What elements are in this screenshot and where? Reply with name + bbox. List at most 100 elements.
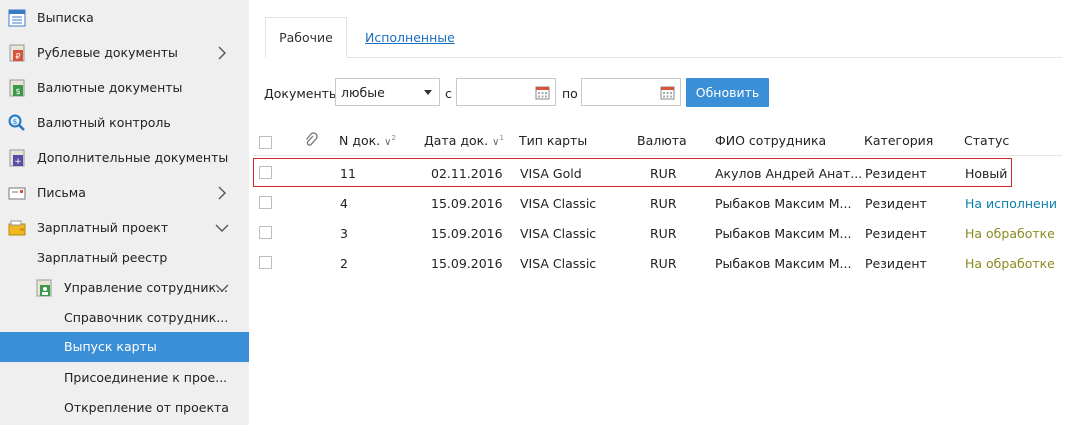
column-header-category[interactable]: Категория <box>864 133 933 148</box>
sidebar-item-project-join[interactable]: Присоединение к прое... <box>0 363 249 393</box>
cell-doc-date: 15.09.2016 <box>431 196 503 211</box>
attachment-icon <box>304 132 318 151</box>
table-header-divider <box>253 155 1062 156</box>
table-row[interactable]: 11 02.11.2016 VISA Gold RUR Акулов Андре… <box>249 158 1078 188</box>
sidebar-item-card-issue[interactable]: Выпуск карты <box>0 332 249 362</box>
cell-card-type: VISA Gold <box>520 166 582 181</box>
cell-status: На исполнении <box>965 196 1057 211</box>
column-header-label: Дата док. <box>424 133 489 148</box>
documents-select-value: любые <box>341 85 385 100</box>
sidebar-item-statement[interactable]: Выписка <box>0 3 249 33</box>
cell-category: Резидент <box>865 196 927 211</box>
documents-select[interactable]: любые <box>335 78 440 106</box>
cell-category: Резидент <box>865 166 927 181</box>
sidebar-item-employee-directory[interactable]: Справочник сотрудник... <box>0 303 249 333</box>
employees-icon <box>35 279 53 297</box>
main-panel: Рабочие Исполненные Документы любые с по… <box>249 0 1078 425</box>
calendar-icon[interactable] <box>535 85 550 100</box>
svg-text:$: $ <box>13 118 17 126</box>
sidebar-item-label: Зарплатный реестр <box>37 250 168 265</box>
sidebar-item-label: Справочник сотрудник... <box>64 310 229 325</box>
column-header-employee[interactable]: ФИО сотрудника <box>715 133 826 148</box>
sidebar-item-label: Письма <box>37 185 86 200</box>
sidebar-item-label: Рублевые документы <box>37 45 178 60</box>
column-header-card-type[interactable]: Тип карты <box>519 133 587 148</box>
sidebar-item-label: Выпуск карты <box>64 339 157 354</box>
sort-order-index: 2 <box>391 133 396 142</box>
sidebar-item-employee-management[interactable]: Управление сотрудник... <box>0 273 249 303</box>
cell-category: Резидент <box>865 226 927 241</box>
row-checkbox[interactable] <box>259 256 272 269</box>
sidebar: Выписка ₽ Рублевые документы $ Валютные … <box>0 0 249 425</box>
sidebar-item-label: Дополнительные документы <box>37 150 229 165</box>
table-row[interactable]: 4 15.09.2016 VISA Classic RUR Рыбаков Ма… <box>249 188 1078 218</box>
date-to-field[interactable] <box>581 78 681 106</box>
cell-status: На обработке <box>965 226 1055 241</box>
cell-card-type: VISA Classic <box>520 256 597 271</box>
cell-doc-number: 4 <box>340 196 348 211</box>
app-window: Выписка ₽ Рублевые документы $ Валютные … <box>0 0 1078 425</box>
sidebar-item-ruble-documents[interactable]: ₽ Рублевые документы <box>0 38 249 68</box>
column-header-doc-number[interactable]: N док. ∨2 <box>339 133 396 148</box>
cell-currency: RUR <box>650 226 677 241</box>
cell-doc-date: 02.11.2016 <box>431 166 503 181</box>
sidebar-item-additional-documents[interactable]: + Дополнительные документы <box>0 143 249 173</box>
wallet-icon <box>8 219 26 237</box>
cell-card-type: VISA Classic <box>520 196 597 211</box>
date-from-label: с <box>445 86 452 101</box>
sidebar-item-label: Присоединение к прое... <box>64 370 228 385</box>
row-checkbox[interactable] <box>259 196 272 209</box>
cell-employee: Акулов Андрей Анат... <box>715 166 861 181</box>
cell-currency: RUR <box>650 196 677 211</box>
cell-category: Резидент <box>865 256 927 271</box>
tab-working[interactable]: Рабочие <box>265 17 347 58</box>
chevron-right-icon[interactable] <box>215 46 229 60</box>
cell-doc-date: 15.09.2016 <box>431 256 503 271</box>
sidebar-item-salary-project[interactable]: Зарплатный проект <box>0 213 249 243</box>
documents-filter-label: Документы <box>264 86 339 101</box>
sidebar-item-label: Управление сотрудник... <box>64 280 228 295</box>
cell-status: Новый <box>965 166 1008 181</box>
chevron-right-icon[interactable] <box>215 186 229 200</box>
svg-text:₽: ₽ <box>15 52 20 61</box>
sort-order-index: 1 <box>499 133 504 142</box>
chevron-down-icon[interactable] <box>215 221 229 235</box>
calendar-icon[interactable] <box>660 85 675 100</box>
sidebar-item-label: Зарплатный проект <box>37 220 169 235</box>
row-checkbox[interactable] <box>259 226 272 239</box>
column-header-status[interactable]: Статус <box>964 133 1009 148</box>
cell-doc-number: 11 <box>340 166 356 181</box>
sidebar-item-project-detach[interactable]: Открепление от проекта <box>0 393 249 423</box>
add-document-icon: + <box>8 149 26 167</box>
tab-executed[interactable]: Исполненные <box>365 17 455 58</box>
sidebar-item-label: Валютные документы <box>37 80 183 95</box>
cell-doc-date: 15.09.2016 <box>431 226 503 241</box>
magnifier-icon: $ <box>8 114 26 132</box>
column-header-doc-date[interactable]: Дата док. ∨1 <box>424 133 504 148</box>
chevron-down-icon[interactable] <box>215 281 229 295</box>
cell-employee: Рыбаков Максим М... <box>715 256 852 271</box>
statement-icon <box>8 9 26 27</box>
dropdown-arrow-icon <box>424 90 432 95</box>
cell-employee: Рыбаков Максим М... <box>715 196 852 211</box>
column-header-currency[interactable]: Валюта <box>637 133 687 148</box>
sidebar-item-label: Выписка <box>37 10 94 25</box>
table-row[interactable]: 2 15.09.2016 VISA Classic RUR Рыбаков Ма… <box>249 248 1078 278</box>
table-row[interactable]: 3 15.09.2016 VISA Classic RUR Рыбаков Ма… <box>249 218 1078 248</box>
date-from-field[interactable] <box>456 78 556 106</box>
refresh-button[interactable]: Обновить <box>686 78 769 107</box>
svg-text:+: + <box>14 157 22 167</box>
cell-card-type: VISA Classic <box>520 226 597 241</box>
sidebar-item-salary-register[interactable]: Зарплатный реестр <box>0 243 249 273</box>
cell-doc-number: 3 <box>340 226 348 241</box>
cell-employee: Рыбаков Максим М... <box>715 226 852 241</box>
sidebar-item-letters[interactable]: Письма <box>0 178 249 208</box>
svg-text:$: $ <box>15 87 20 96</box>
select-all-checkbox[interactable] <box>259 136 272 149</box>
sidebar-item-currency-control[interactable]: $ Валютный контроль <box>0 108 249 138</box>
sidebar-item-currency-documents[interactable]: $ Валютные документы <box>0 73 249 103</box>
row-checkbox[interactable] <box>259 166 272 179</box>
cell-status: На обработке <box>965 256 1055 271</box>
dollar-document-icon: $ <box>8 79 26 97</box>
ruble-document-icon: ₽ <box>8 44 26 62</box>
